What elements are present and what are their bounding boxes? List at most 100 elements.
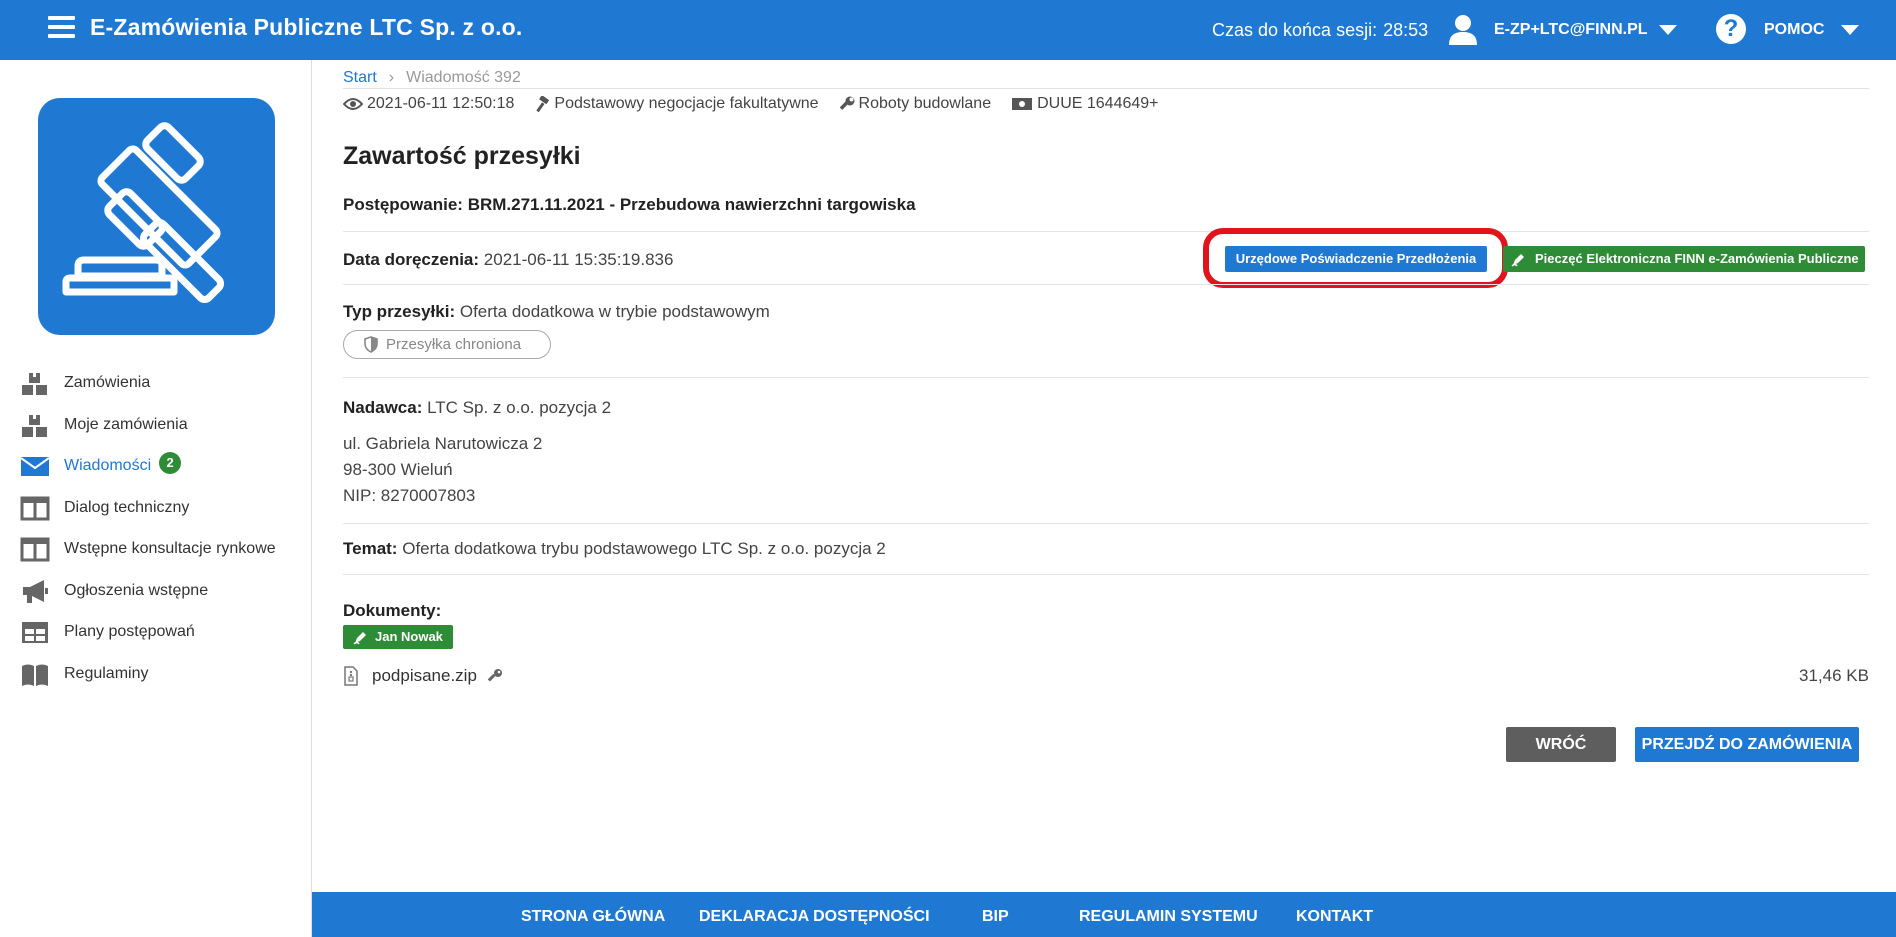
- delivery-label: Data doręczenia:: [343, 250, 480, 269]
- money-icon: [1012, 98, 1033, 110]
- sidebar-item-wstepne-konsultacje[interactable]: Wstępne konsultacje rynkowe: [20, 534, 276, 564]
- file-zip-icon: [344, 666, 358, 686]
- boxes-icon: [22, 415, 47, 437]
- sender-city: 98-300 Wieluń: [343, 460, 453, 479]
- subject-value: Oferta dodatkowa trybu podstawowego LTC …: [402, 539, 886, 558]
- divider: [343, 523, 1869, 524]
- back-button[interactable]: WRÓĆ: [1506, 727, 1616, 762]
- sidebar-item-label: Zamówienia: [64, 374, 151, 391]
- meta-duue: DUUE 1644649+: [1011, 95, 1159, 113]
- megaphone-icon: [23, 580, 48, 603]
- sidebar-item-label: Ogłoszenia wstępne: [64, 582, 209, 599]
- sender-row: Nadawca: LTC Sp. z o.o. pozycja 2: [343, 398, 1869, 418]
- message-meta: 2021-06-11 12:50:18 Podstawowy negocjacj…: [343, 95, 1179, 113]
- electronic-seal-label: Pieczęć Elektroniczna FINN e-Zamówienia …: [1535, 251, 1859, 266]
- sidebar-item-ogloszenia-wstepne[interactable]: Ogłoszenia wstępne: [20, 576, 208, 606]
- sender-street: ul. Gabriela Narutowicza 2: [343, 434, 543, 453]
- protected-shipment-badge: Przesyłka chroniona: [343, 330, 551, 359]
- help-menu[interactable]: POMOC: [1764, 21, 1824, 39]
- key-icon: [487, 669, 502, 682]
- protected-shipment-label: Przesyłka chroniona: [386, 336, 522, 353]
- file-size: 31,46 KB: [1799, 666, 1869, 685]
- sidebar-item-label: Moje zamówienia: [64, 416, 188, 433]
- divider: [343, 377, 1869, 378]
- footer-link-regulations[interactable]: REGULAMIN SYSTEMU: [1079, 908, 1258, 926]
- meta-date: 2021-06-11 12:50:18: [343, 95, 514, 113]
- session-time: 28:53: [1383, 20, 1429, 40]
- file-row: podpisane.zip 31,46 KB: [343, 664, 1869, 688]
- delivery-value: 2021-06-11 15:35:19.836: [483, 250, 674, 269]
- sidebar: Zamówienia Moje zamówienia Wiadomości 2 …: [0, 60, 312, 937]
- gavel-logo: [38, 98, 275, 335]
- shield-icon: [364, 336, 378, 353]
- signature-pen-icon: [1511, 253, 1524, 267]
- shipment-type-label: Typ przesyłki:: [343, 302, 456, 321]
- breadcrumb: Start › Wiadomość 392: [343, 68, 521, 88]
- procedure-value: BRM.271.11.2021 - Przebudowa nawierzchni…: [467, 195, 916, 214]
- subject-label: Temat:: [343, 539, 398, 558]
- sidebar-item-label: Dialog techniczny: [64, 499, 190, 516]
- sidebar-item-dialog-techniczny[interactable]: Dialog techniczny: [20, 493, 189, 523]
- user-menu[interactable]: E-ZP+LTC@FINN.PL: [1494, 21, 1648, 39]
- footer-link-accessibility[interactable]: DEKLARACJA DOSTĘPNOŚCI: [699, 908, 930, 926]
- columns-icon: [20, 537, 50, 562]
- meta-duue-text: DUUE 1644649+: [1037, 95, 1159, 112]
- sidebar-item-plany-postepowan[interactable]: Plany postępowań: [20, 617, 195, 647]
- eye-icon: [343, 98, 363, 110]
- footer-link-home[interactable]: STRONA GŁÓWNA: [521, 908, 665, 926]
- breadcrumb-current: Wiadomość 392: [406, 69, 521, 86]
- divider: [343, 574, 1869, 575]
- shipment-type-value: Oferta dodatkowa w trybie podstawowym: [459, 302, 770, 321]
- app-title: E-Zamówienia Publiczne LTC Sp. z o.o.: [90, 14, 523, 40]
- go-to-order-button[interactable]: PRZEJDŹ DO ZAMÓWIENIA: [1635, 727, 1859, 762]
- hammer-icon: [536, 96, 550, 112]
- subject-row: Temat: Oferta dodatkowa trybu podstawowe…: [343, 539, 1869, 559]
- divider: [343, 231, 1869, 232]
- chevron-down-icon[interactable]: [1659, 25, 1677, 35]
- signer-name: Jan Nowak: [375, 629, 443, 644]
- certificate-button[interactable]: Urzędowe Poświadczenie Przedłożenia: [1225, 246, 1487, 272]
- help-icon[interactable]: ?: [1716, 14, 1746, 44]
- session-label: Czas do końca sesji:: [1212, 20, 1378, 40]
- page-title: Zawartość przesyłki: [343, 142, 581, 170]
- documents-heading: Dokumenty:: [343, 601, 442, 620]
- sidebar-item-moje-zamowienia[interactable]: Moje zamówienia: [20, 410, 188, 440]
- sender-name: LTC Sp. z o.o. pozycja 2: [427, 398, 612, 417]
- footer-link-contact[interactable]: KONTAKT: [1296, 908, 1373, 926]
- shipment-type-row: Typ przesyłki: Oferta dodatkowa w trybie…: [343, 302, 1869, 322]
- sidebar-item-label: Wstępne konsultacje rynkowe: [64, 540, 276, 557]
- boxes-icon: [22, 373, 47, 395]
- divider: [343, 284, 1869, 285]
- menu-icon[interactable]: [48, 16, 75, 42]
- wrench-icon: [839, 96, 855, 110]
- breadcrumb-separator: ›: [388, 69, 395, 86]
- meta-mode: Podstawowy negocjacje fakultatywne: [534, 95, 819, 113]
- session-timer: Czas do końca sesji: 28:53: [1212, 20, 1428, 41]
- procedure-label: Postępowanie:: [343, 195, 463, 214]
- procedure-row: Postępowanie: BRM.271.11.2021 - Przebudo…: [343, 195, 1869, 215]
- sidebar-item-regulaminy[interactable]: Regulaminy: [20, 659, 148, 689]
- sidebar-item-zamowienia[interactable]: Zamówienia: [20, 368, 150, 398]
- breadcrumb-start-link[interactable]: Start: [343, 69, 377, 87]
- electronic-seal-button[interactable]: Pieczęć Elektroniczna FINN e-Zamówienia …: [1503, 246, 1865, 272]
- meta-mode-text: Podstawowy negocjacje fakultatywne: [554, 95, 819, 112]
- documents-label: Dokumenty:: [343, 601, 1869, 621]
- meta-type: Roboty budowlane: [839, 95, 992, 113]
- meta-date-text: 2021-06-11 12:50:18: [367, 95, 515, 112]
- user-icon[interactable]: [1448, 14, 1478, 46]
- book-icon: [22, 664, 48, 686]
- columns-icon: [20, 496, 50, 521]
- gavel-icon: [62, 122, 225, 304]
- footer: STRONA GŁÓWNA DEKLARACJA DOSTĘPNOŚCI BIP…: [312, 892, 1896, 937]
- sidebar-item-label: Wiadomości: [64, 457, 152, 474]
- chevron-down-icon[interactable]: [1841, 25, 1859, 35]
- unread-count-badge: 2: [159, 452, 182, 474]
- footer-link-bip[interactable]: BIP: [982, 908, 1009, 926]
- signature-pen-icon: [353, 631, 366, 645]
- sidebar-item-label: Plany postępowań: [64, 623, 195, 640]
- sidebar-item-label: Regulaminy: [64, 665, 149, 682]
- top-bar: E-Zamówienia Publiczne LTC Sp. z o.o. Cz…: [0, 0, 1896, 60]
- sidebar-item-wiadomosci[interactable]: Wiadomości 2: [20, 451, 182, 481]
- meta-type-text: Roboty budowlane: [858, 95, 992, 112]
- file-download-link[interactable]: podpisane.zip: [372, 666, 477, 686]
